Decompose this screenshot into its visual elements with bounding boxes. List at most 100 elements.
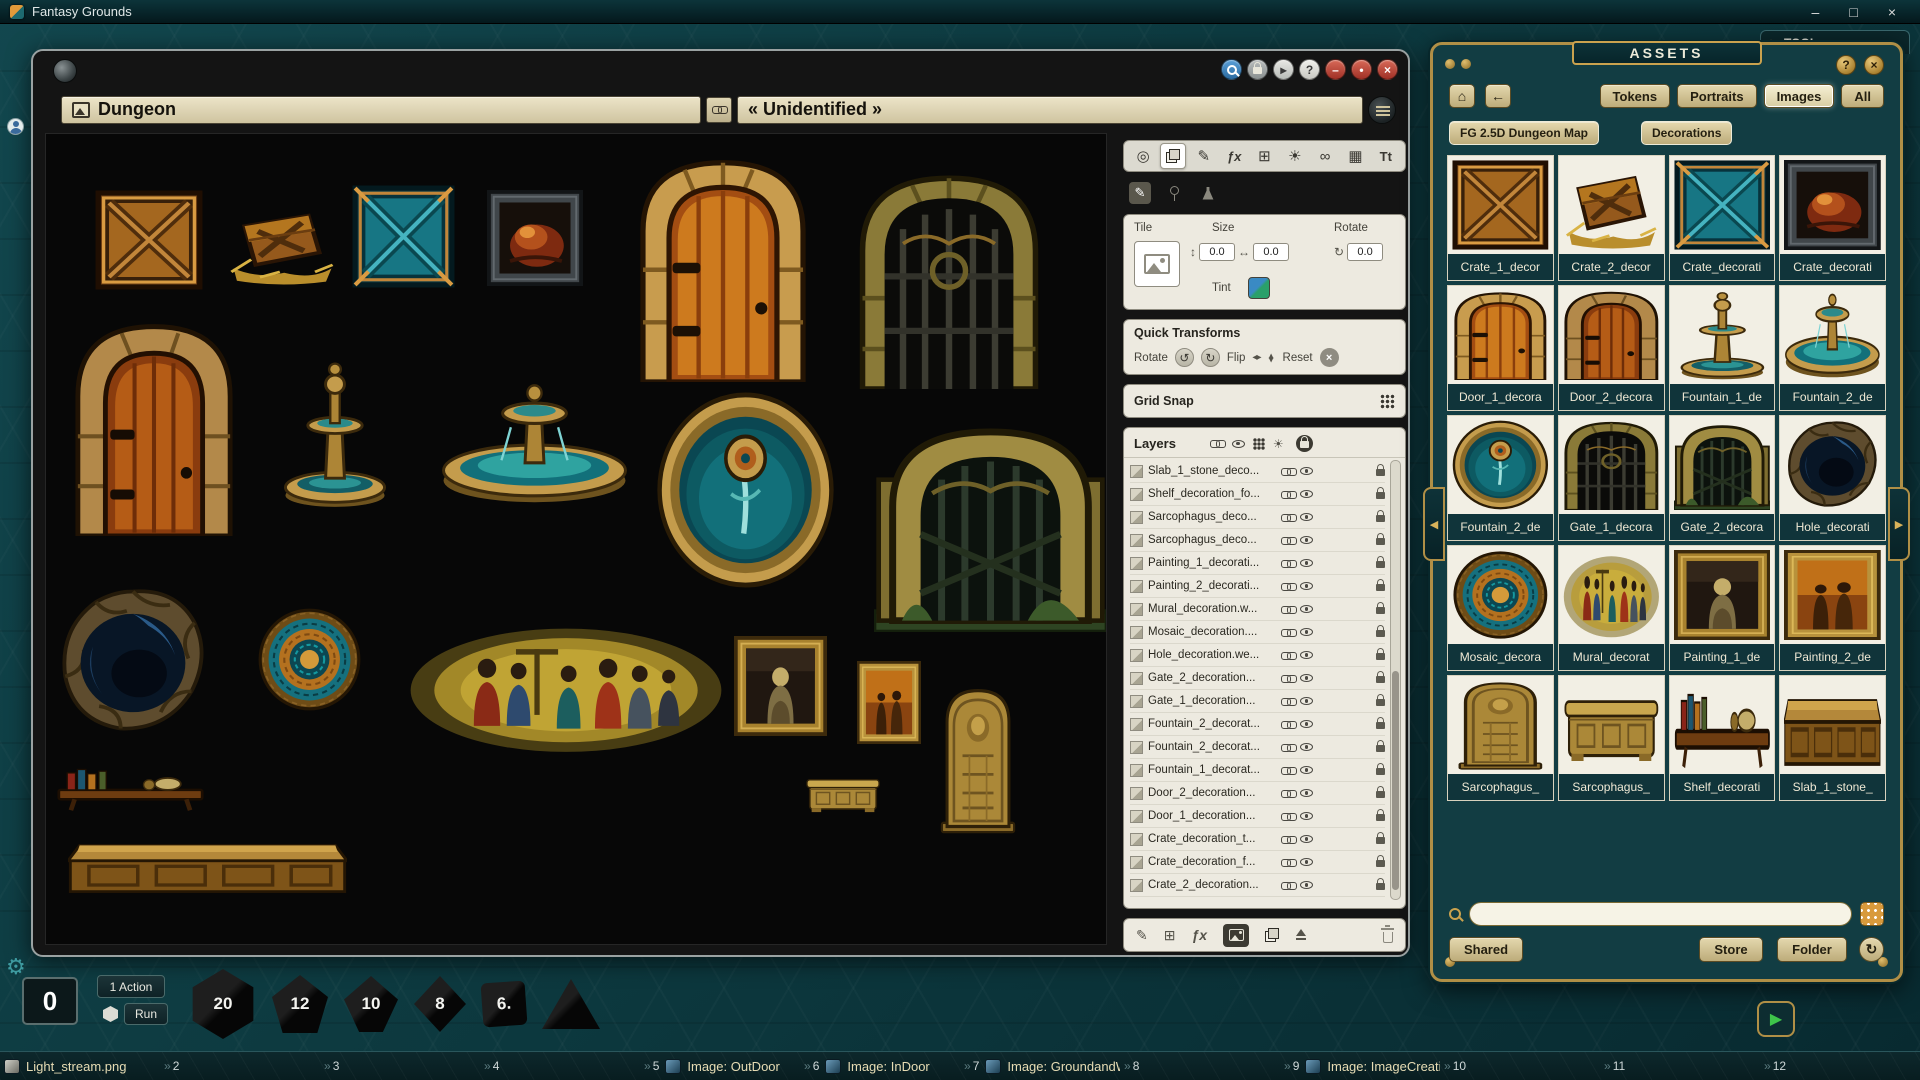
layer-visibility-icon[interactable] (1300, 467, 1313, 475)
layer-lock-icon[interactable] (1376, 538, 1385, 545)
layer-link-icon[interactable] (1281, 628, 1295, 637)
collapse-panel-arrow[interactable]: ◀ (1423, 487, 1445, 561)
layer-lock-icon[interactable] (1376, 515, 1385, 522)
reset-button[interactable]: × (1320, 348, 1339, 367)
play-button[interactable]: ▶ (1757, 1001, 1795, 1037)
canvas-item-gate2[interactable] (874, 416, 1107, 632)
layer-link-icon[interactable] (1281, 766, 1295, 775)
breadcrumb-button[interactable]: Decorations (1641, 121, 1732, 145)
layer-link-icon[interactable] (1281, 490, 1295, 499)
layer-lock-icon[interactable] (1376, 492, 1385, 499)
expand-panel-arrow[interactable]: ▶ (1888, 487, 1910, 561)
asset-gate2[interactable]: Gate_2_decora (1669, 415, 1776, 541)
layer-link-icon[interactable] (1281, 467, 1295, 476)
d8-die[interactable]: 8 (414, 976, 466, 1032)
layer-link-icon[interactable] (1281, 789, 1295, 798)
layer-visibility-icon[interactable] (1300, 835, 1313, 843)
layer-link-icon[interactable] (1281, 559, 1295, 568)
layer-row[interactable]: Fountain_1_decorat... (1130, 759, 1385, 782)
layer-lock-icon[interactable] (1376, 883, 1385, 890)
asset-shelf[interactable]: Shelf_decorati (1669, 675, 1776, 801)
scrollbar-thumb[interactable] (1392, 671, 1399, 890)
layer-visibility-icon[interactable] (1300, 812, 1313, 820)
layer-link-icon[interactable] (1281, 812, 1295, 821)
d6-die[interactable]: 6. (481, 981, 528, 1028)
layer-lock-icon[interactable] (1376, 653, 1385, 660)
hotbar-slot-2[interactable]: »2 (160, 1052, 320, 1080)
asset-door1[interactable]: Door_1_decora (1447, 285, 1554, 411)
asset-crate2[interactable]: Crate_2_decor (1558, 155, 1665, 281)
shared-button[interactable]: Shared (1449, 937, 1523, 962)
window-menu-button[interactable] (1368, 96, 1396, 124)
canvas-item-crate3[interactable] (352, 185, 455, 288)
layer-lock-icon[interactable] (1376, 607, 1385, 614)
settings-gear-icon[interactable]: ⚙ (6, 954, 26, 980)
layers-tool-icon[interactable] (1160, 143, 1186, 169)
grid-snap-icon[interactable] (1380, 394, 1395, 409)
tab-tokens[interactable]: Tokens (1600, 84, 1671, 108)
canvas-item-mosaic[interactable] (257, 607, 362, 712)
tab-images[interactable]: Images (1764, 84, 1835, 108)
copy-layer-button[interactable] (1265, 928, 1279, 942)
image-icon[interactable] (72, 102, 90, 118)
minimize-button[interactable]: – (1812, 4, 1820, 20)
layer-visibility-icon[interactable] (1300, 766, 1313, 774)
layer-row[interactable]: Sarcophagus_deco... (1130, 529, 1385, 552)
layer-lock-icon[interactable] (1376, 469, 1385, 476)
layer-visibility-icon[interactable] (1300, 605, 1313, 613)
layer-lock-icon[interactable] (1376, 561, 1385, 568)
flip-horizontal-button[interactable]: ◂▸ (1252, 352, 1260, 363)
layer-link-icon[interactable] (1281, 582, 1295, 591)
add-grid-button[interactable]: ⊞ (1164, 927, 1176, 944)
brush-tool-icon[interactable]: ✎ (1191, 143, 1217, 169)
d10-die[interactable]: 10 (344, 976, 398, 1032)
layer-lock-icon[interactable] (1376, 745, 1385, 752)
tile-preview[interactable] (1134, 241, 1180, 287)
assets-home-button[interactable]: ⌂ (1449, 84, 1475, 108)
visibility-all-icon[interactable] (1232, 440, 1245, 448)
layers-scrollbar[interactable] (1390, 460, 1401, 900)
layer-link-icon[interactable] (1281, 720, 1295, 729)
tab-all[interactable]: All (1841, 84, 1884, 108)
asset-fountain2[interactable]: Fountain_2_de (1779, 285, 1886, 411)
link-tool-icon[interactable]: ∞ (1312, 143, 1338, 169)
add-drawing-button[interactable]: ✎ (1136, 927, 1148, 944)
layer-visibility-icon[interactable] (1300, 536, 1313, 544)
lock-all-button[interactable] (1296, 435, 1313, 452)
modifier-box[interactable]: 0 (22, 977, 78, 1025)
action-button[interactable]: 1 Action (97, 975, 165, 998)
rotate-cw-button[interactable]: ↻ (1201, 348, 1220, 367)
canvas-item-door2[interactable] (73, 320, 235, 536)
layer-row[interactable]: Crate_decoration_f... (1130, 851, 1385, 874)
text-tool-icon[interactable]: Tt (1373, 143, 1399, 169)
layer-visibility-icon[interactable] (1300, 513, 1313, 521)
canvas-item-sarcophagus2[interactable] (805, 768, 881, 817)
canvas-item-sarcophagus1[interactable] (935, 685, 1021, 834)
hotbar-slot-1[interactable]: Light_stream.png (0, 1052, 160, 1080)
canvas-item-painting2[interactable] (857, 661, 921, 744)
asset-search-input[interactable] (1469, 902, 1852, 926)
layer-lock-icon[interactable] (1376, 791, 1385, 798)
canvas-item-hole[interactable] (56, 587, 210, 736)
layer-link-icon[interactable] (1281, 743, 1295, 752)
maximize-button[interactable]: □ (1849, 4, 1857, 20)
d12-die[interactable]: 12 (272, 975, 328, 1033)
asset-crate4[interactable]: Crate_decorati (1779, 155, 1886, 281)
window-logo-icon[interactable] (53, 59, 77, 83)
canvas-item-slab[interactable] (68, 830, 347, 896)
layer-row[interactable]: Door_1_decoration... (1130, 805, 1385, 828)
hotbar-slot-3[interactable]: »3 (320, 1052, 480, 1080)
layer-lock-icon[interactable] (1376, 584, 1385, 591)
canvas-item-fountain1[interactable] (276, 359, 394, 508)
radial-menu-button[interactable]: • (1351, 59, 1372, 80)
layer-row[interactable]: Fountain_2_decorat... (1130, 713, 1385, 736)
assets-help-button[interactable]: ? (1836, 55, 1856, 75)
breadcrumb-button[interactable]: FG 2.5D Dungeon Map (1449, 121, 1599, 145)
layer-link-icon[interactable] (1281, 674, 1295, 683)
layer-lock-icon[interactable] (1376, 860, 1385, 867)
layer-row[interactable]: Mural_decoration.w... (1130, 598, 1385, 621)
layer-row[interactable]: Shelf_decoration_fo... (1130, 483, 1385, 506)
d20-die[interactable]: 20 (190, 969, 256, 1039)
layer-visibility-icon[interactable] (1300, 559, 1313, 567)
hotbar-slot-5[interactable]: »5Image: OutDoor (640, 1052, 800, 1080)
